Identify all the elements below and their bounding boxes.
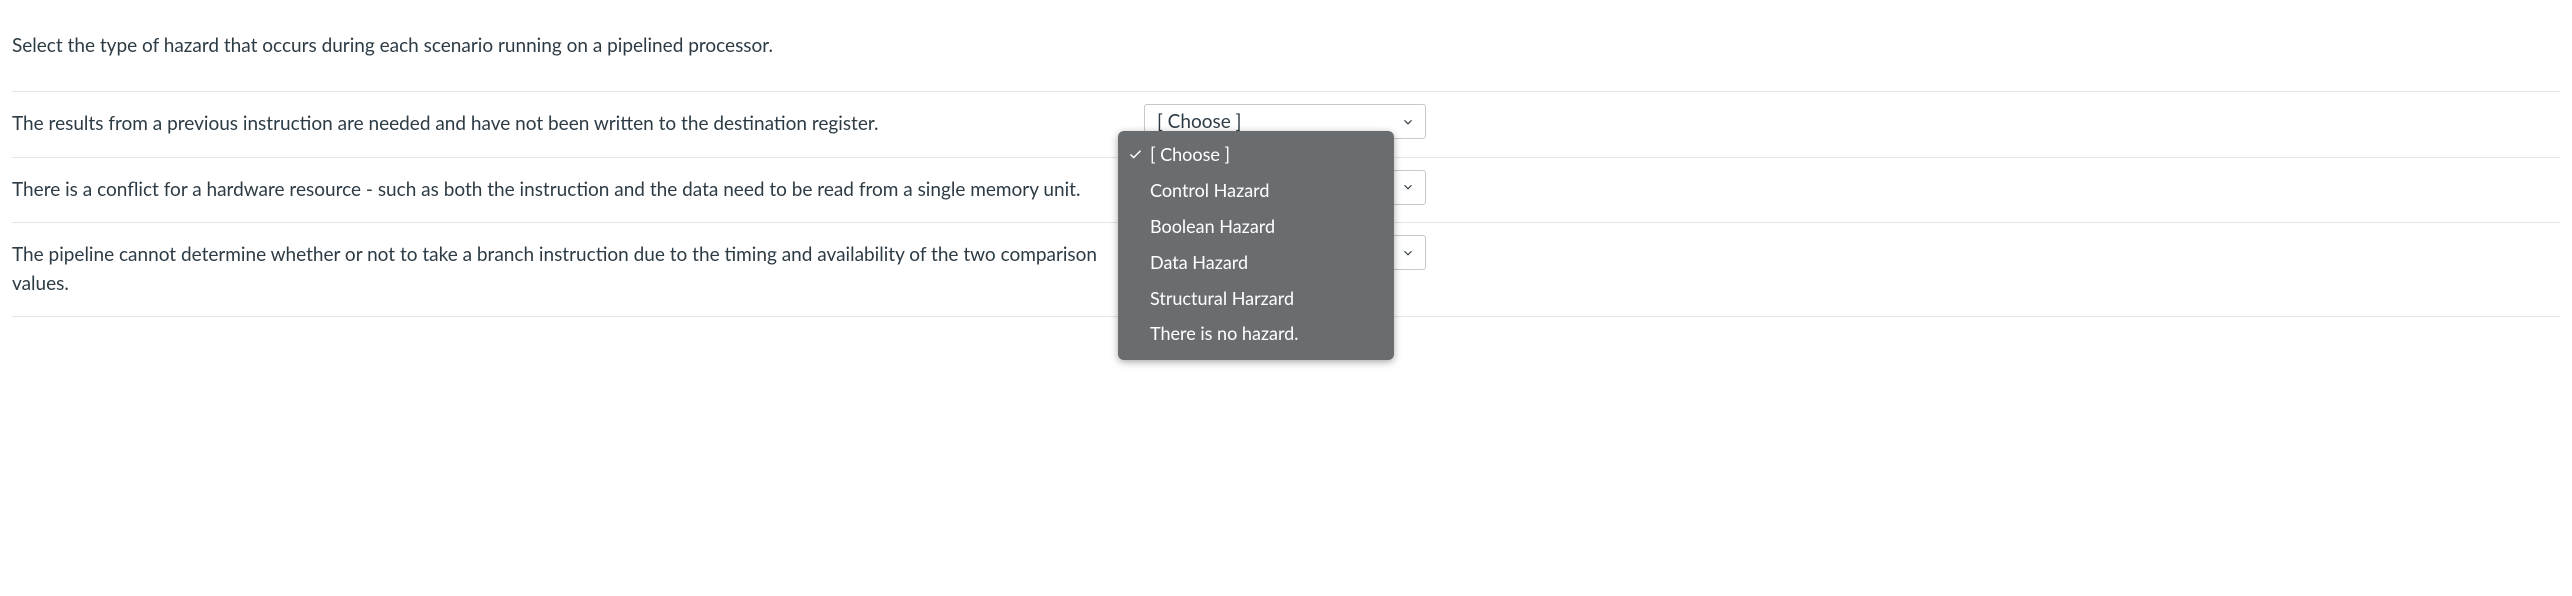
- dropdown-option[interactable]: [ Choose ]: [1118, 137, 1394, 173]
- dropdown-option[interactable]: There is no hazard.: [1118, 316, 1394, 352]
- chevron-down-icon: [1401, 246, 1415, 260]
- dropdown-option-label: Structural Harzard: [1150, 285, 1294, 313]
- dropdown-option-label: There is no hazard.: [1150, 320, 1299, 348]
- question-prompt: Select the type of hazard that occurs du…: [12, 12, 2560, 91]
- select-value: [ Choose ]: [1157, 110, 1241, 133]
- question-container: Select the type of hazard that occurs du…: [0, 0, 2572, 345]
- dropdown-option[interactable]: Data Hazard: [1118, 245, 1394, 281]
- dropdown-option[interactable]: Boolean Hazard: [1118, 209, 1394, 245]
- chevron-down-icon: [1401, 180, 1415, 194]
- dropdown-option-label: Data Hazard: [1150, 249, 1248, 277]
- row-stem: There is a conflict for a hardware resou…: [12, 158, 1144, 223]
- row-stem: The results from a previous instruction …: [12, 92, 1144, 157]
- dropdown-option[interactable]: Structural Harzard: [1118, 281, 1394, 317]
- check-icon: [1128, 147, 1150, 162]
- dropdown-menu: [ Choose ] Control Hazard Boolean Hazard…: [1118, 131, 1394, 360]
- dropdown-option-label: Control Hazard: [1150, 177, 1269, 205]
- dropdown-option[interactable]: Control Hazard: [1118, 173, 1394, 209]
- chevron-down-icon: [1401, 115, 1415, 129]
- row-stem: The pipeline cannot determine whether or…: [12, 223, 1144, 316]
- dropdown-option-label: [ Choose ]: [1150, 141, 1230, 169]
- dropdown-option-label: Boolean Hazard: [1150, 213, 1275, 241]
